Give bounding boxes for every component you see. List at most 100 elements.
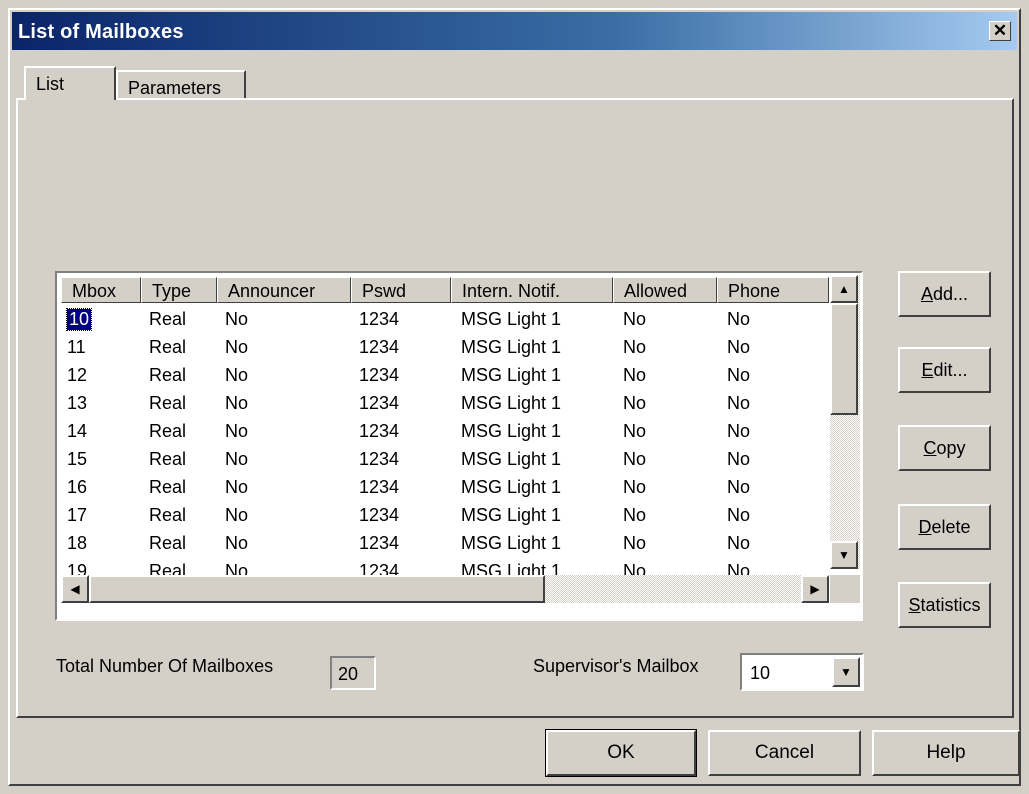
total-mailboxes-value: 20	[330, 656, 376, 690]
cell-intern-notif: MSG Light 1	[461, 477, 562, 497]
cell-phone: No	[727, 337, 751, 357]
total-mailboxes-label: Total Number Of Mailboxes	[56, 656, 274, 676]
cell-type: Real	[149, 393, 187, 413]
column-header-mbox[interactable]: Mbox	[61, 277, 141, 303]
statistics-button[interactable]: Statistics	[898, 582, 991, 628]
cell-type: Real	[149, 337, 187, 357]
horizontal-scrollbar[interactable]: ◀ ▶	[61, 575, 829, 603]
column-header-phone[interactable]: Phone	[717, 277, 829, 303]
supervisor-dropdown-button[interactable]: ▼	[832, 657, 860, 687]
cell-announcer: No	[225, 477, 249, 497]
cell-type: Real	[149, 449, 187, 469]
scroll-down-button[interactable]: ▼	[830, 541, 858, 569]
cell-phone: No	[727, 449, 751, 469]
statistics-mnemonic: S	[908, 595, 921, 615]
delete-button[interactable]: Delete	[898, 504, 991, 550]
tab-parameters-label: Parameters	[128, 78, 222, 98]
ok-button[interactable]: OK	[545, 729, 697, 777]
column-header-allowed[interactable]: Allowed	[613, 277, 717, 303]
cell-announcer: No	[225, 337, 249, 357]
table-row[interactable]: 13 Real No 1234 MSG Light 1 No No	[61, 391, 829, 419]
close-button[interactable]: ✕	[989, 21, 1011, 41]
cell-intern-notif: MSG Light 1	[461, 449, 562, 469]
cell-allowed: No	[623, 505, 647, 525]
column-header-intern-notif[interactable]: Intern. Notif.	[451, 277, 613, 303]
cell-pswd: 1234	[359, 337, 400, 357]
table-row[interactable]: 11 Real No 1234 MSG Light 1 No No	[61, 335, 829, 363]
vertical-scrollbar[interactable]: ▲ ▼	[830, 275, 860, 569]
cell-phone: No	[727, 393, 751, 413]
cell-pswd: 1234	[359, 309, 400, 329]
column-header-announcer[interactable]: Announcer	[217, 277, 351, 303]
cell-mbox: 14	[67, 421, 88, 441]
column-header-type[interactable]: Type	[141, 277, 217, 303]
tab-list[interactable]: List	[24, 66, 116, 100]
cell-mbox: 15	[67, 449, 88, 469]
cell-announcer: No	[225, 505, 249, 525]
table-row[interactable]: 18 Real No 1234 MSG Light 1 No No	[61, 531, 829, 559]
cell-type: Real	[149, 477, 187, 497]
cell-allowed: No	[623, 337, 647, 357]
edit-button[interactable]: Edit...	[898, 347, 991, 393]
help-button[interactable]: Help	[872, 730, 1020, 776]
cancel-label: Cancel	[754, 742, 815, 763]
arrow-left-icon: ◀	[70, 582, 80, 596]
cell-pswd: 1234	[359, 533, 400, 553]
edit-mnemonic: E	[921, 360, 934, 380]
cell-phone: No	[727, 309, 751, 329]
cell-mbox: 10	[65, 308, 93, 331]
cancel-button[interactable]: Cancel	[708, 730, 861, 776]
table-row[interactable]: 16 Real No 1234 MSG Light 1 No No	[61, 475, 829, 503]
cell-announcer: No	[225, 365, 249, 385]
cell-pswd: 1234	[359, 421, 400, 441]
add-label: dd...	[932, 284, 969, 304]
copy-button[interactable]: Copy	[898, 425, 991, 471]
cell-type: Real	[149, 421, 187, 441]
cell-type: Real	[149, 533, 187, 553]
cell-intern-notif: MSG Light 1	[461, 505, 562, 525]
table-row[interactable]: 12 Real No 1234 MSG Light 1 No No	[61, 363, 829, 391]
vertical-scroll-thumb[interactable]	[830, 303, 858, 415]
cell-type: Real	[149, 309, 187, 329]
help-label: Help	[926, 742, 966, 763]
supervisor-mailbox-value: 10	[750, 663, 771, 683]
scroll-up-button[interactable]: ▲	[830, 275, 858, 303]
cell-mbox: 13	[67, 393, 88, 413]
cell-allowed: No	[623, 477, 647, 497]
cell-phone: No	[727, 421, 751, 441]
cell-phone: No	[727, 505, 751, 525]
cell-phone: No	[727, 365, 751, 385]
supervisor-mailbox-select[interactable]: 10 ▼	[740, 653, 864, 691]
arrow-up-icon: ▲	[838, 282, 850, 296]
tab-list-label: List	[36, 74, 65, 94]
cell-announcer: No	[225, 421, 249, 441]
mailbox-list[interactable]: Mbox Type Announcer Pswd Intern. Notif. …	[55, 271, 863, 621]
table-row[interactable]: 17 Real No 1234 MSG Light 1 No No	[61, 503, 829, 531]
table-row[interactable]: 10 Real No 1234 MSG Light 1 No No	[61, 307, 829, 335]
cell-pswd: 1234	[359, 505, 400, 525]
close-icon: ✕	[992, 21, 1008, 40]
arrow-right-icon: ▶	[810, 582, 820, 596]
table-row[interactable]: 14 Real No 1234 MSG Light 1 No No	[61, 419, 829, 447]
statistics-label: tatistics	[920, 595, 981, 615]
tab-parameters[interactable]: Parameters	[116, 70, 246, 100]
scroll-right-button[interactable]: ▶	[801, 575, 829, 603]
title-bar: List of Mailboxes ✕	[12, 12, 1017, 50]
scroll-left-button[interactable]: ◀	[61, 575, 89, 603]
cell-mbox: 16	[67, 477, 88, 497]
table-row[interactable]: 15 Real No 1234 MSG Light 1 No No	[61, 447, 829, 475]
total-mailboxes-text: 20	[338, 664, 359, 684]
horizontal-scroll-thumb[interactable]	[89, 575, 545, 603]
cell-type: Real	[149, 365, 187, 385]
cell-announcer: No	[225, 309, 249, 329]
cell-allowed: No	[623, 393, 647, 413]
cell-allowed: No	[623, 533, 647, 553]
cell-allowed: No	[623, 449, 647, 469]
window-title: List of Mailboxes	[18, 21, 184, 43]
add-button[interactable]: Add...	[898, 271, 991, 317]
cell-allowed: No	[623, 309, 647, 329]
column-header-pswd[interactable]: Pswd	[351, 277, 451, 303]
scroll-corner	[830, 575, 860, 603]
cell-intern-notif: MSG Light 1	[461, 421, 562, 441]
cell-pswd: 1234	[359, 449, 400, 469]
